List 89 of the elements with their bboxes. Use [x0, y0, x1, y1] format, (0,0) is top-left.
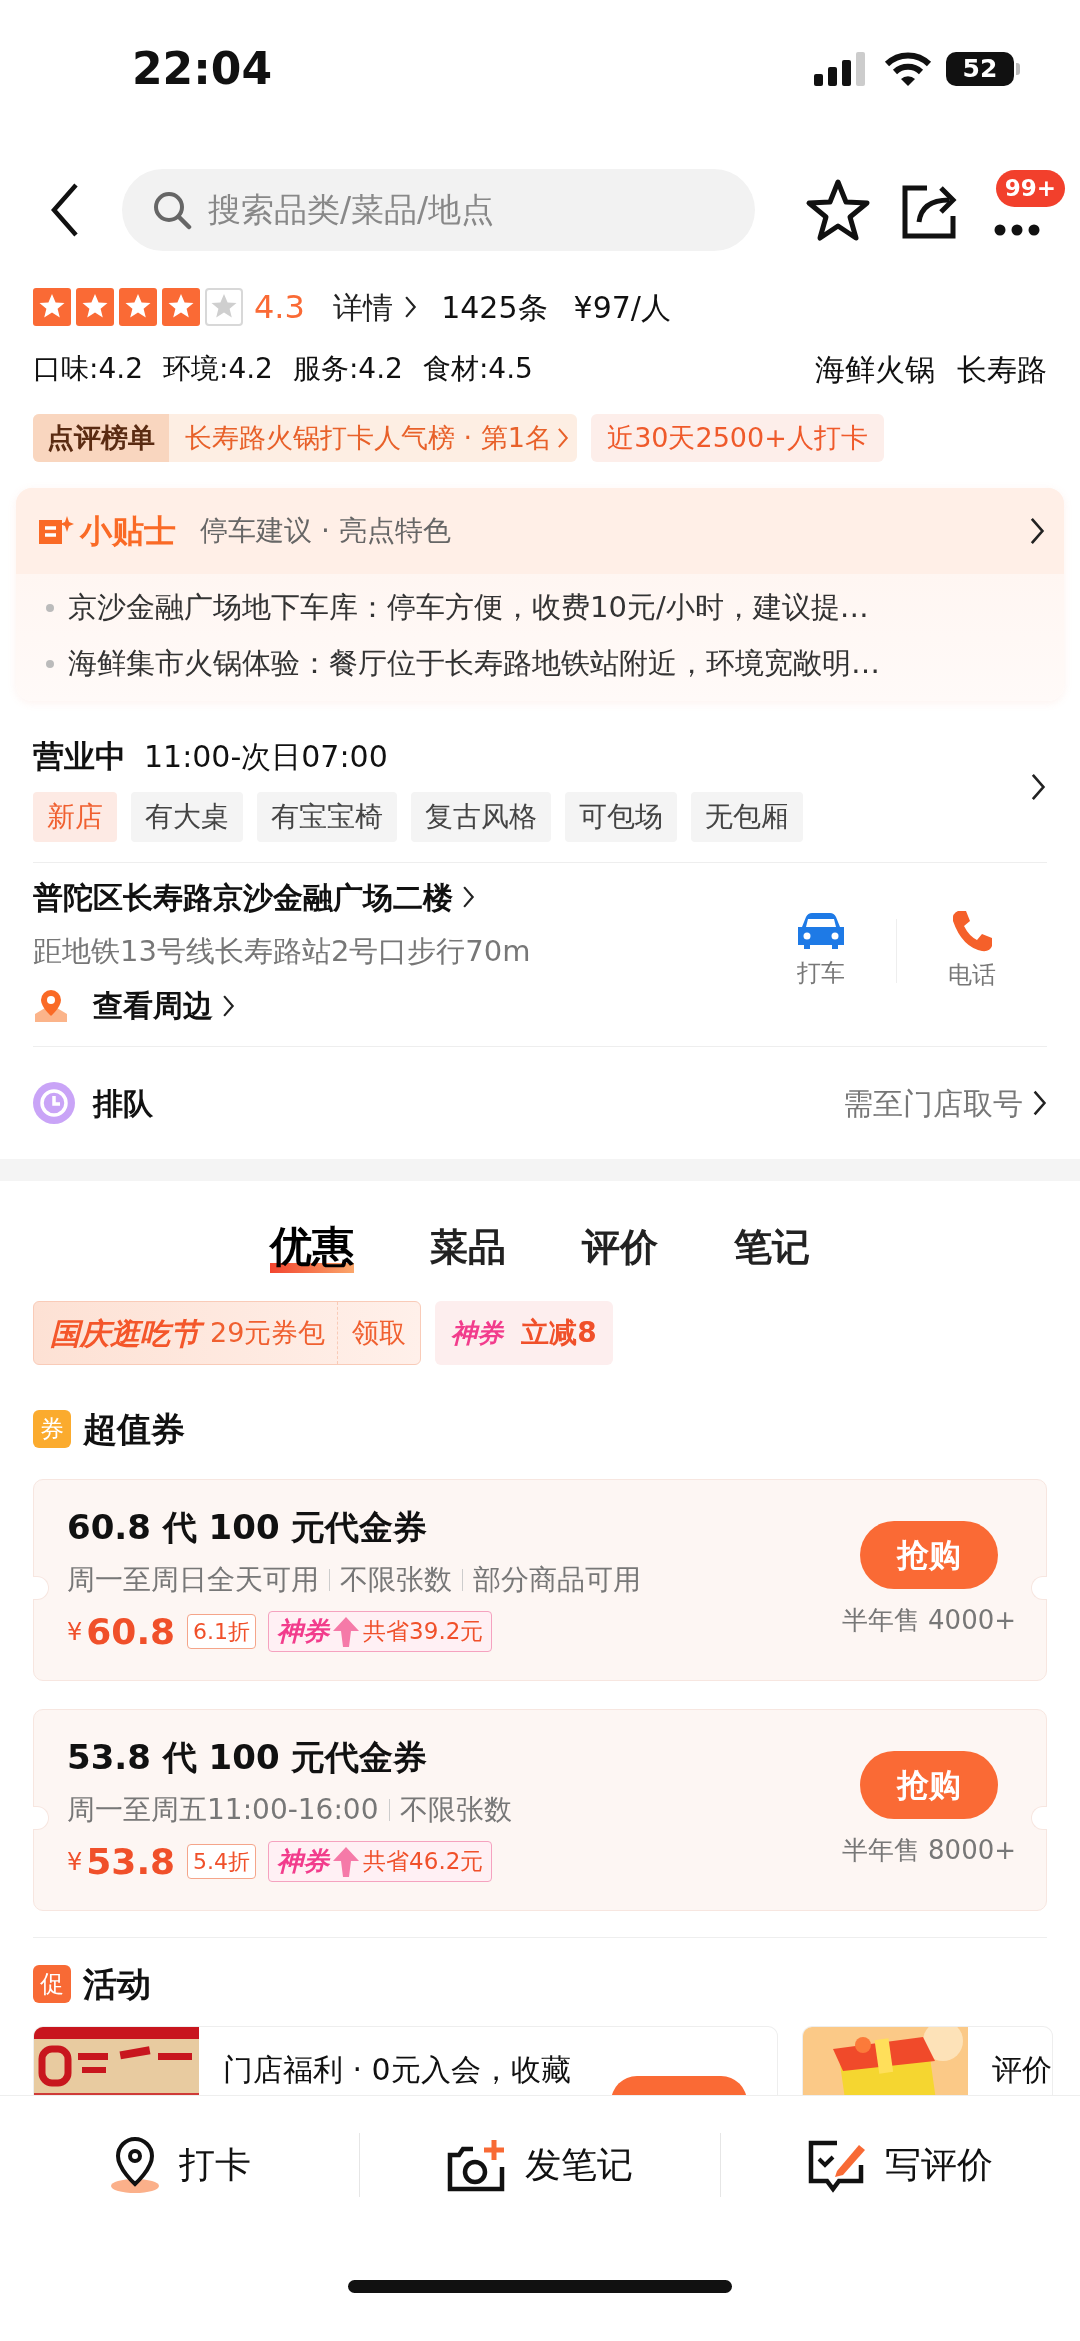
- voucher-condition: 不限张数: [399, 1791, 512, 1828]
- score-item: 口味:4.2: [33, 351, 143, 387]
- section-title: 超值券: [83, 1407, 185, 1451]
- voucher-title: 60.8 代 100 元代金券: [67, 1505, 429, 1549]
- activity-text: 评价: [990, 2051, 1052, 2089]
- chevron-right-icon: [1028, 515, 1046, 547]
- opening-hours: 11:00-次日07:00: [144, 737, 388, 776]
- ranking-chip[interactable]: 点评榜单 长寿路火锅打卡人气榜 · 第1名: [33, 414, 578, 462]
- category-tag: 长寿路: [957, 346, 1047, 392]
- back-button[interactable]: [50, 182, 80, 238]
- score-item: 服务:4.2: [292, 351, 403, 387]
- sales-count: 半年售 8000+: [841, 1833, 1016, 1867]
- ticket-notch: [33, 1576, 49, 1600]
- voucher-card[interactable]: 53.8 代 100 元代金券 周一至周五11:00-16:00 不限张数 ¥53.8 5.4折 神券 共省46.2元 抢购 半年售 8000+: [33, 1709, 1047, 1911]
- phone-icon: [950, 909, 994, 954]
- details-link[interactable]: 详情: [332, 284, 418, 330]
- voucher-condition: 不限张数: [340, 1561, 452, 1598]
- tip-text: 京沙金融广场地下车库：停车方便，收费10元/小时，建议提…: [68, 589, 869, 627]
- battery-level: 52: [946, 52, 1014, 86]
- ticket-notch: [1031, 1576, 1047, 1600]
- score-item: 食材:4.5: [422, 351, 533, 387]
- check-in-button[interactable]: 打卡: [0, 2134, 360, 2195]
- queue-label: 排队: [93, 1084, 154, 1123]
- section-tab[interactable]: 菜品: [430, 1219, 506, 1275]
- sparkle-arrow-icon: [333, 1616, 360, 1647]
- activity-text: 门店福利 · 0元入会，收藏: [222, 2051, 571, 2089]
- voucher-condition: 部分商品可用: [473, 1561, 641, 1598]
- notification-badge: 99+: [995, 170, 1065, 207]
- sales-count: 半年售 4000+: [841, 1603, 1016, 1637]
- call-button[interactable]: 电话: [897, 908, 1047, 995]
- section-tab[interactable]: 笔记: [734, 1219, 810, 1275]
- coupon-icon: 券: [33, 1410, 71, 1448]
- price-per-person: ¥97/人: [573, 288, 671, 327]
- location-pin-icon: [108, 2135, 161, 2194]
- open-status: 营业中: [33, 737, 126, 776]
- chevron-right-icon: [461, 884, 476, 910]
- back-icon: [50, 182, 80, 238]
- voucher-price: 53.8: [86, 1839, 176, 1884]
- score-item: 环境:4.2: [162, 351, 273, 387]
- queue-link[interactable]: 需至门店取号: [842, 1080, 1047, 1126]
- feature-tag: 有宝宝椅: [257, 791, 397, 842]
- search-input[interactable]: 搜索品类/菜品/地点: [206, 184, 725, 236]
- location-pin-icon: [33, 987, 69, 1024]
- tips-card[interactable]: 小贴士 停车建议 · 亮点特色 京沙金融广场地下车库：停车方便，收费10元/小时，建议提… 海鲜集市火锅体验：餐厅位于长寿路地铁站附近，环境宽敞明…: [16, 488, 1064, 701]
- voucher-condition: 周一至周五11:00-16:00: [67, 1791, 379, 1828]
- metro-distance: 距地铁13号线长寿路站2号口步行70m: [33, 932, 532, 970]
- chevron-right-icon: [555, 426, 570, 450]
- saving-tag: 神券 共省39.2元: [268, 1611, 493, 1652]
- taxi-button[interactable]: 打车: [746, 910, 896, 993]
- bullet-icon: [46, 604, 54, 612]
- star-outline-icon[interactable]: [805, 178, 871, 242]
- currency-symbol: ¥: [67, 1616, 83, 1648]
- ticket-notch: [1031, 1806, 1047, 1830]
- search-bar[interactable]: 搜索品类/菜品/地点: [122, 169, 755, 251]
- voucher-condition: 周一至周日全天可用: [67, 1561, 319, 1598]
- nearby-link[interactable]: 查看周边: [33, 983, 746, 1028]
- rating-score: 4.3: [254, 287, 305, 328]
- tips-title: 小贴士: [80, 511, 176, 552]
- status-time: 22:04: [132, 42, 273, 96]
- discount-tag: 6.1折: [187, 1614, 257, 1649]
- post-note-button[interactable]: 发笔记: [360, 2135, 720, 2194]
- voucher-price: 60.8: [86, 1609, 176, 1654]
- bullet-icon: [46, 660, 54, 668]
- category-tag: 海鲜火锅: [815, 346, 935, 392]
- currency-symbol: ¥: [67, 1846, 83, 1878]
- voucher-title: 53.8 代 100 元代金券: [67, 1735, 429, 1779]
- feature-tag: 新店: [33, 791, 117, 842]
- section-tab[interactable]: 评价: [582, 1219, 658, 1275]
- sparkle-arrow-icon: [333, 1846, 360, 1877]
- feature-tag: 有大桌: [131, 791, 243, 842]
- voucher-card[interactable]: 60.8 代 100 元代金券 周一至周日全天可用 不限张数 部分商品可用 ¥60.8 6.1折 神券 共省39.2元 抢购 半年售 4000+: [33, 1479, 1047, 1681]
- tip-text: 海鲜集市火锅体验：餐厅位于长寿路地铁站附近，环境宽敞明…: [68, 645, 880, 683]
- feature-tag: 复古风格: [411, 791, 551, 842]
- feature-tag: 无包厢: [691, 791, 803, 842]
- saving-tag: 神券 共省46.2元: [268, 1841, 493, 1882]
- ticket-notch: [33, 1806, 49, 1830]
- address-link[interactable]: 普陀区长寿路京沙金融广场二楼: [33, 874, 746, 920]
- promo-icon: 促: [33, 1965, 71, 2003]
- car-icon: [796, 911, 846, 952]
- clock-icon: [33, 1082, 75, 1124]
- search-icon: [152, 190, 192, 230]
- feature-tag: 可包场: [565, 791, 677, 842]
- write-review-button[interactable]: 写评价: [720, 2135, 1080, 2194]
- tips-subtitle: 停车建议 · 亮点特色: [200, 513, 452, 549]
- review-count: 1425条: [441, 288, 548, 327]
- section-title: 活动: [83, 1962, 151, 2006]
- checkin-chip: 近30天2500+人打卡: [591, 414, 884, 462]
- discount-tag: 5.4折: [187, 1844, 257, 1879]
- wifi-icon: [884, 52, 932, 86]
